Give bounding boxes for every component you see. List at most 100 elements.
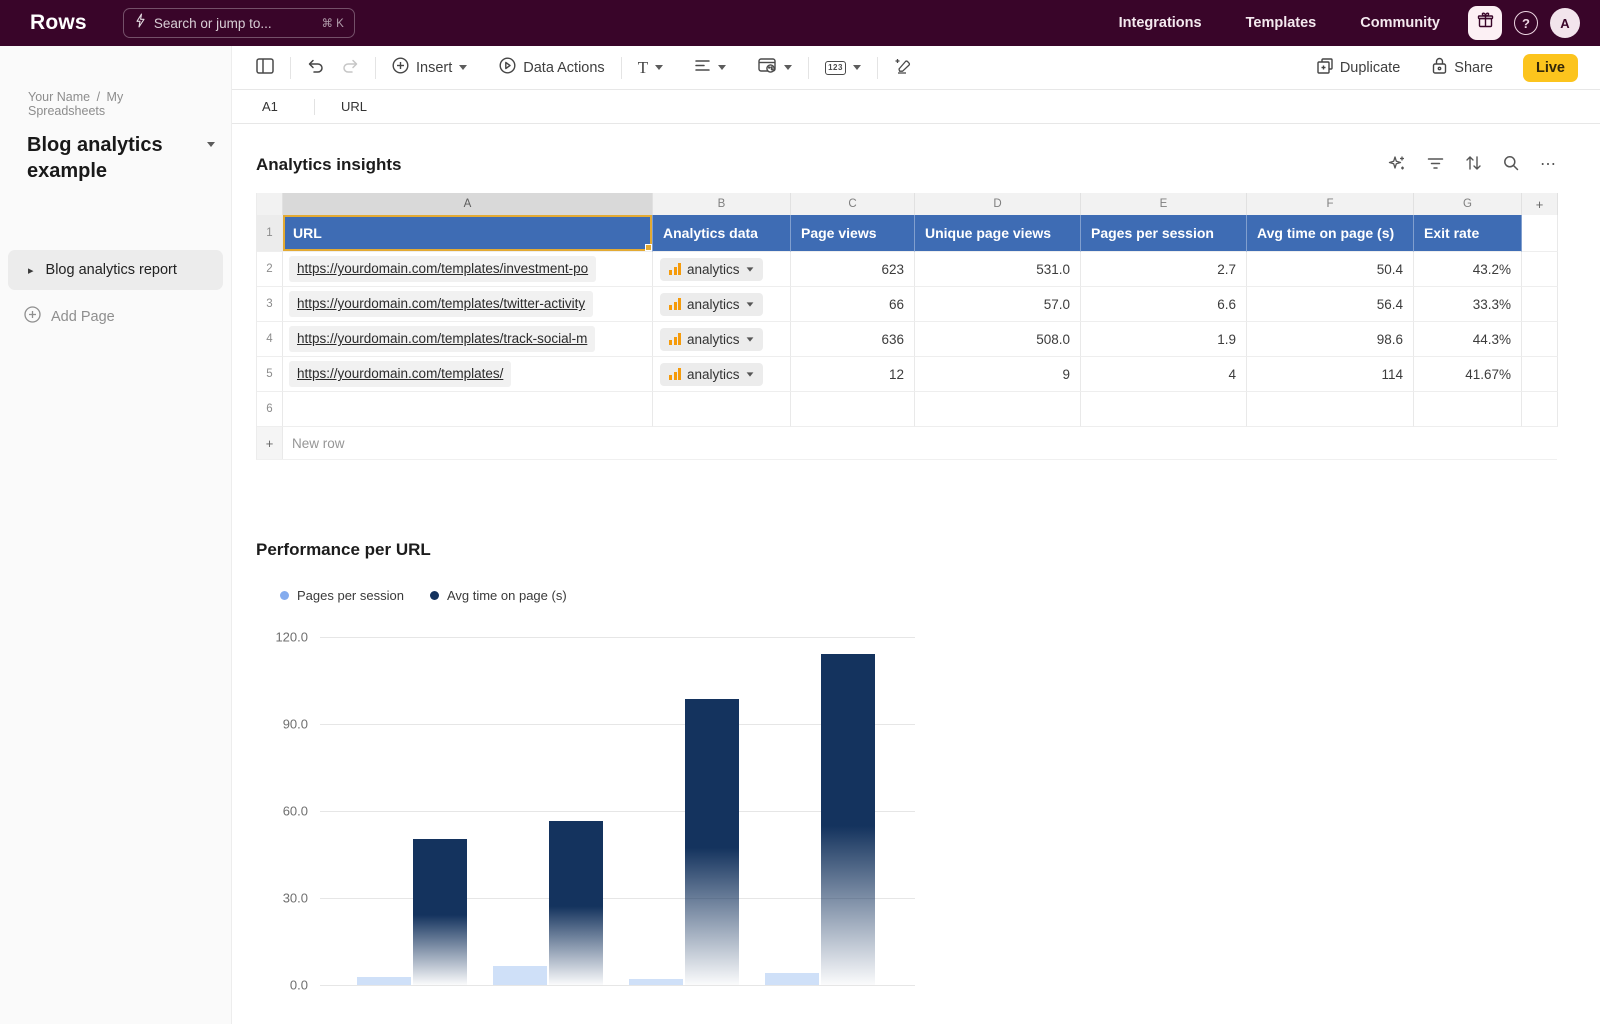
nav-link-integrations[interactable]: Integrations: [1119, 15, 1202, 31]
header-cell-7[interactable]: Exit rate: [1414, 215, 1522, 252]
empty-cell[interactable]: [283, 392, 653, 427]
url-link[interactable]: https://yourdomain.com/templates/track-s…: [297, 331, 587, 346]
help-button[interactable]: ?: [1514, 11, 1538, 35]
empty-cell[interactable]: [1247, 392, 1414, 427]
header-cell-3[interactable]: Page views: [791, 215, 915, 252]
more-button[interactable]: ⋯: [1540, 160, 1557, 170]
row-header-4[interactable]: 4: [257, 322, 283, 357]
insert-button[interactable]: Insert: [390, 53, 469, 82]
add-column-button[interactable]: +: [1522, 193, 1558, 215]
clear-format-button[interactable]: [892, 53, 914, 82]
analytics-chip[interactable]: analytics: [660, 363, 763, 386]
alignment-button[interactable]: [693, 55, 728, 80]
name-box[interactable]: A1: [262, 99, 314, 114]
undo-button[interactable]: [305, 54, 326, 81]
sidebar-toggle-button[interactable]: [254, 54, 276, 82]
nav-link-templates[interactable]: Templates: [1246, 15, 1317, 31]
value-cell[interactable]: 6.6: [1081, 287, 1247, 322]
header-cell-1[interactable]: URL: [283, 215, 653, 252]
value-cell[interactable]: 623: [791, 252, 915, 287]
value-cell[interactable]: 531.0: [915, 252, 1081, 287]
search-input[interactable]: [154, 16, 314, 31]
number-format-button[interactable]: 123: [823, 57, 863, 79]
url-link[interactable]: https://yourdomain.com/templates/twitter…: [297, 296, 585, 311]
title-caret-down-icon[interactable]: [207, 142, 215, 147]
column-header-F[interactable]: F: [1247, 193, 1414, 215]
value-cell[interactable]: 66: [791, 287, 915, 322]
empty-cell[interactable]: [791, 392, 915, 427]
url-link[interactable]: https://yourdomain.com/templates/: [297, 366, 503, 381]
analytics-data-cell[interactable]: analytics: [653, 357, 791, 392]
row-header-6[interactable]: 6: [257, 392, 283, 427]
spreadsheet-title[interactable]: Blog analytics example: [27, 132, 187, 184]
value-cell[interactable]: 4: [1081, 357, 1247, 392]
url-cell[interactable]: https://yourdomain.com/templates/twitter…: [283, 287, 653, 322]
data-actions-button[interactable]: Data Actions: [497, 53, 606, 82]
row-header-3[interactable]: 3: [257, 287, 283, 322]
analytics-data-cell[interactable]: analytics: [653, 287, 791, 322]
value-cell[interactable]: 50.4: [1247, 252, 1414, 287]
cell-style-button[interactable]: [756, 54, 794, 82]
sort-button[interactable]: [1465, 155, 1482, 174]
sidebar-item-blog-analytics-report[interactable]: ▸ Blog analytics report: [8, 250, 223, 290]
value-cell[interactable]: 33.3%: [1414, 287, 1522, 322]
row-header-2[interactable]: 2: [257, 252, 283, 287]
analytics-chip[interactable]: analytics: [660, 258, 763, 281]
value-cell[interactable]: 636: [791, 322, 915, 357]
selection-fill-handle[interactable]: [645, 244, 652, 251]
header-cell-6[interactable]: Avg time on page (s): [1247, 215, 1414, 252]
empty-cell[interactable]: [653, 392, 791, 427]
header-cell-5[interactable]: Pages per session: [1081, 215, 1247, 252]
header-cell-2[interactable]: Analytics data: [653, 215, 791, 252]
value-cell[interactable]: 9: [915, 357, 1081, 392]
column-header-D[interactable]: D: [915, 193, 1081, 215]
url-cell[interactable]: https://yourdomain.com/templates/: [283, 357, 653, 392]
url-cell[interactable]: https://yourdomain.com/templates/track-s…: [283, 322, 653, 357]
corner-cell[interactable]: [257, 193, 283, 215]
value-cell[interactable]: 12: [791, 357, 915, 392]
gift-button[interactable]: [1468, 6, 1502, 40]
value-cell[interactable]: 43.2%: [1414, 252, 1522, 287]
analytics-data-cell[interactable]: analytics: [653, 252, 791, 287]
value-cell[interactable]: 56.4: [1247, 287, 1414, 322]
share-button[interactable]: Share: [1430, 53, 1495, 82]
ai-sparkle-button[interactable]: [1387, 154, 1406, 175]
value-cell[interactable]: 57.0: [915, 287, 1081, 322]
value-cell[interactable]: 98.6: [1247, 322, 1414, 357]
url-cell[interactable]: https://yourdomain.com/templates/investm…: [283, 252, 653, 287]
global-search[interactable]: ⌘ K: [123, 8, 355, 38]
value-cell[interactable]: 1.9: [1081, 322, 1247, 357]
new-row-bar[interactable]: + New row: [256, 427, 1557, 460]
avatar[interactable]: A: [1550, 8, 1580, 38]
row-header-5[interactable]: 5: [257, 357, 283, 392]
url-link[interactable]: https://yourdomain.com/templates/investm…: [297, 261, 588, 276]
value-cell[interactable]: 44.3%: [1414, 322, 1522, 357]
empty-cell[interactable]: [915, 392, 1081, 427]
header-cell-4[interactable]: Unique page views: [915, 215, 1081, 252]
empty-cell[interactable]: [1414, 392, 1522, 427]
formula-input[interactable]: URL: [341, 99, 367, 114]
empty-cell[interactable]: [1081, 392, 1247, 427]
analytics-data-cell[interactable]: analytics: [653, 322, 791, 357]
filter-button[interactable]: [1427, 157, 1444, 173]
value-cell[interactable]: 2.7: [1081, 252, 1247, 287]
column-header-G[interactable]: G: [1414, 193, 1522, 215]
column-header-B[interactable]: B: [653, 193, 791, 215]
value-cell[interactable]: 114: [1247, 357, 1414, 392]
live-button[interactable]: Live: [1523, 54, 1578, 82]
add-page-button[interactable]: Add Page: [0, 306, 231, 327]
nav-link-community[interactable]: Community: [1360, 15, 1440, 31]
caret-right-icon[interactable]: ▸: [28, 264, 34, 277]
value-cell[interactable]: 508.0: [915, 322, 1081, 357]
redo-button[interactable]: [340, 54, 361, 81]
row-header-1[interactable]: 1: [257, 215, 283, 252]
duplicate-button[interactable]: Duplicate: [1315, 54, 1402, 82]
column-header-C[interactable]: C: [791, 193, 915, 215]
chart-title[interactable]: Performance per URL: [256, 540, 1600, 560]
analytics-chip[interactable]: analytics: [660, 328, 763, 351]
new-row-plus-icon[interactable]: +: [257, 427, 283, 459]
column-header-A[interactable]: A: [283, 193, 653, 215]
analytics-chip[interactable]: analytics: [660, 293, 763, 316]
table-title[interactable]: Analytics insights: [256, 155, 401, 175]
breadcrumb-your-name[interactable]: Your Name: [28, 90, 90, 104]
